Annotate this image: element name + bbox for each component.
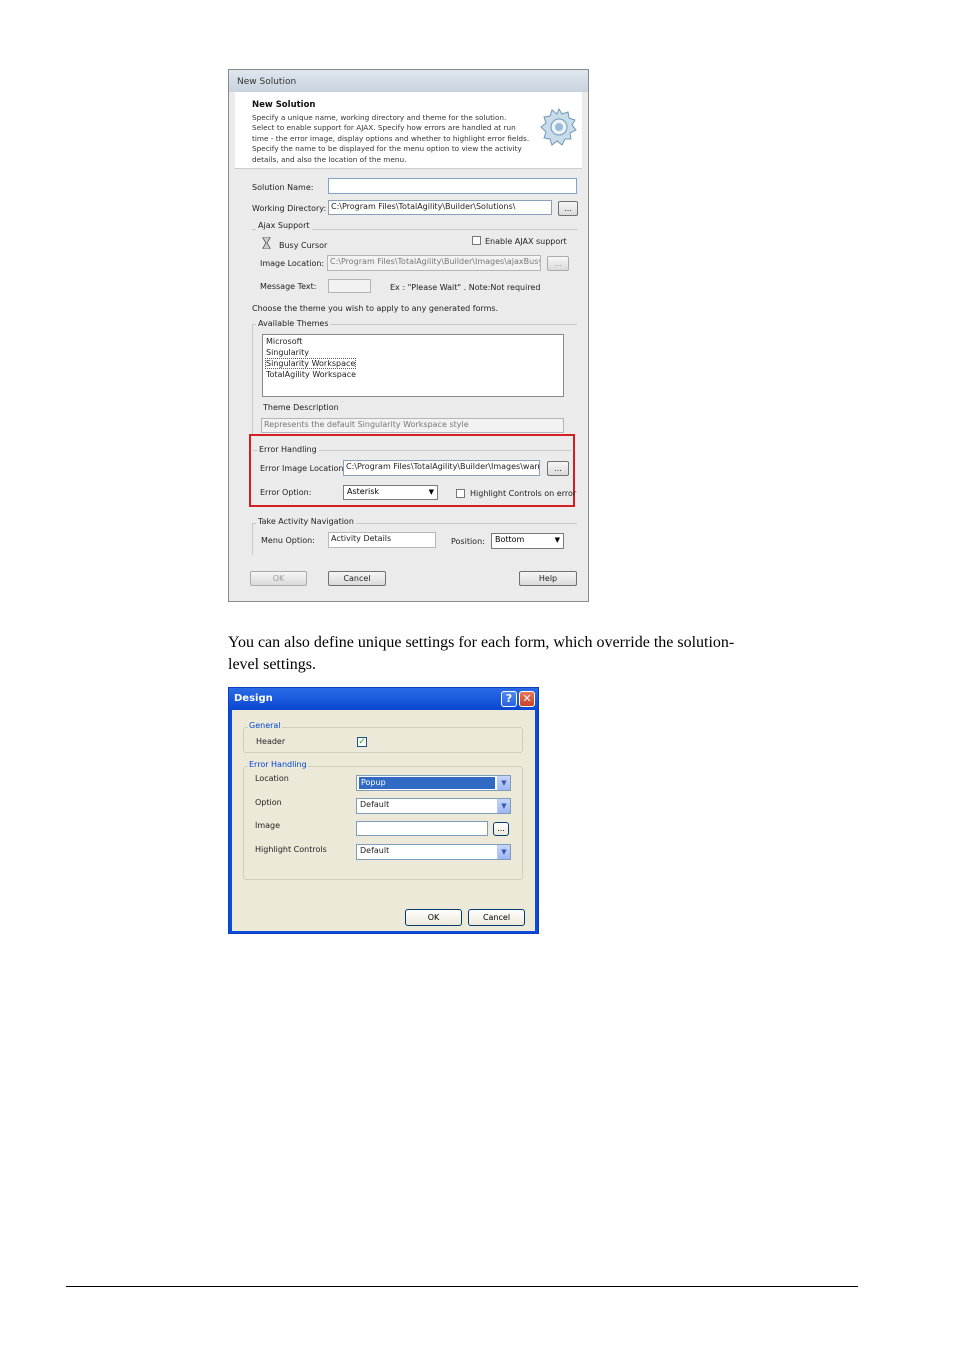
ok-button[interactable]: OK xyxy=(250,571,307,586)
cancel-button[interactable]: Cancel xyxy=(328,571,386,586)
dialog-header: New Solution Specify a unique name, work… xyxy=(235,92,582,169)
option-select[interactable]: Default ▼ xyxy=(356,798,511,814)
error-image-location-label: Error Image Location: xyxy=(260,464,347,473)
header-title: New Solution xyxy=(252,100,316,110)
option-label: Option xyxy=(255,798,282,807)
body-paragraph: You can also define unique settings for … xyxy=(228,634,735,673)
new-solution-dialog: New Solution New Solution Specify a uniq… xyxy=(228,69,589,602)
error-option-select[interactable]: Asterisk ▼ xyxy=(343,485,438,500)
available-themes-legend: Available Themes xyxy=(256,319,331,328)
dialog-body: General Header ✓ Error Handling Location… xyxy=(232,710,535,931)
header-description: Specify a unique name, working directory… xyxy=(252,113,530,164)
browse-directory-button[interactable]: ... xyxy=(558,201,578,216)
browse-error-image-button[interactable]: ... xyxy=(547,461,569,476)
position-label: Position: xyxy=(451,537,485,546)
header-label: Header xyxy=(256,737,286,746)
position-select[interactable]: Bottom ▼ xyxy=(491,533,564,549)
highlight-controls-label: Highlight Controls on error xyxy=(470,489,577,498)
dialog-title: New Solution xyxy=(237,77,297,87)
chevron-down-icon: ▼ xyxy=(497,776,510,790)
image-location-label: Image Location: xyxy=(260,259,325,268)
image-input[interactable] xyxy=(356,821,488,836)
message-hint: Ex : "Please Wait" . Note:Not required xyxy=(390,283,541,292)
busy-cursor-label: Busy Cursor xyxy=(279,241,328,250)
themes-list[interactable]: Microsoft Singularity Singularity Worksp… xyxy=(262,334,564,397)
error-option-label: Error Option: xyxy=(260,488,312,497)
browse-image-button[interactable]: ... xyxy=(547,256,569,271)
browse-image-button[interactable]: ... xyxy=(493,822,509,836)
cancel-button[interactable]: Cancel xyxy=(468,909,525,926)
dialog-title: Design xyxy=(234,693,273,704)
menu-option-label: Menu Option: xyxy=(261,536,315,545)
general-legend: General xyxy=(248,721,282,730)
highlight-controls-checkbox[interactable] xyxy=(456,489,465,498)
header-checkbox[interactable]: ✓ xyxy=(357,737,367,747)
theme-prompt: Choose the theme you wish to apply to an… xyxy=(252,304,499,313)
enable-ajax-label: Enable AJAX support xyxy=(485,237,567,246)
highlight-controls-select[interactable]: Default ▼ xyxy=(356,844,511,860)
theme-description-field: Represents the default Singularity Works… xyxy=(261,418,564,433)
chevron-down-icon: ▼ xyxy=(497,845,510,859)
working-directory-input[interactable]: C:\Program Files\TotalAgility\Builder\So… xyxy=(328,200,552,215)
hourglass-icon xyxy=(262,237,271,249)
message-text-label: Message Text: xyxy=(260,282,317,291)
help-button[interactable]: Help xyxy=(519,571,577,586)
enable-ajax-checkbox[interactable] xyxy=(472,236,481,245)
message-text-input[interactable] xyxy=(328,279,371,293)
solution-name-input[interactable] xyxy=(328,178,577,194)
navigation-legend: Take Activity Navigation xyxy=(256,517,356,526)
solution-name-label: Solution Name: xyxy=(252,183,314,192)
image-label: Image xyxy=(255,821,281,830)
title-bar: Design ? ✕ xyxy=(229,688,538,710)
dropdown-arrow-icon: ▼ xyxy=(554,536,560,544)
chevron-down-icon: ▼ xyxy=(497,799,510,813)
gear-icon xyxy=(540,107,577,146)
theme-description-label: Theme Description xyxy=(263,403,339,412)
error-handling-legend: Error Handling xyxy=(257,445,319,454)
list-item[interactable]: TotalAgility Workspace xyxy=(266,370,356,379)
dropdown-arrow-icon: ▼ xyxy=(428,488,434,496)
close-icon[interactable]: ✕ xyxy=(519,691,535,707)
list-item[interactable]: Microsoft xyxy=(266,337,302,346)
design-dialog: Design ? ✕ General Header ✓ Error Handli… xyxy=(228,687,539,934)
ajax-support-legend: Ajax Support xyxy=(256,221,312,230)
error-image-location-input[interactable]: C:\Program Files\TotalAgility\Builder\Im… xyxy=(343,460,540,476)
location-select[interactable]: Popup ▼ xyxy=(356,775,511,791)
location-label: Location xyxy=(255,774,289,783)
working-directory-label: Working Directory: xyxy=(252,204,327,213)
menu-option-input[interactable]: Activity Details xyxy=(328,532,436,548)
highlight-controls-label: Highlight Controls xyxy=(255,845,327,854)
list-item[interactable]: Singularity Workspace xyxy=(264,358,357,369)
question-icon[interactable]: ? xyxy=(501,691,517,707)
footer-rule xyxy=(66,1286,858,1287)
list-item[interactable]: Singularity xyxy=(266,348,309,357)
title-bar: New Solution xyxy=(229,70,588,92)
error-handling-legend: Error Handling xyxy=(248,760,308,769)
ok-button[interactable]: OK xyxy=(405,909,462,926)
image-location-input[interactable]: C:\Program Files\TotalAgility\Builder\Im… xyxy=(327,255,541,271)
